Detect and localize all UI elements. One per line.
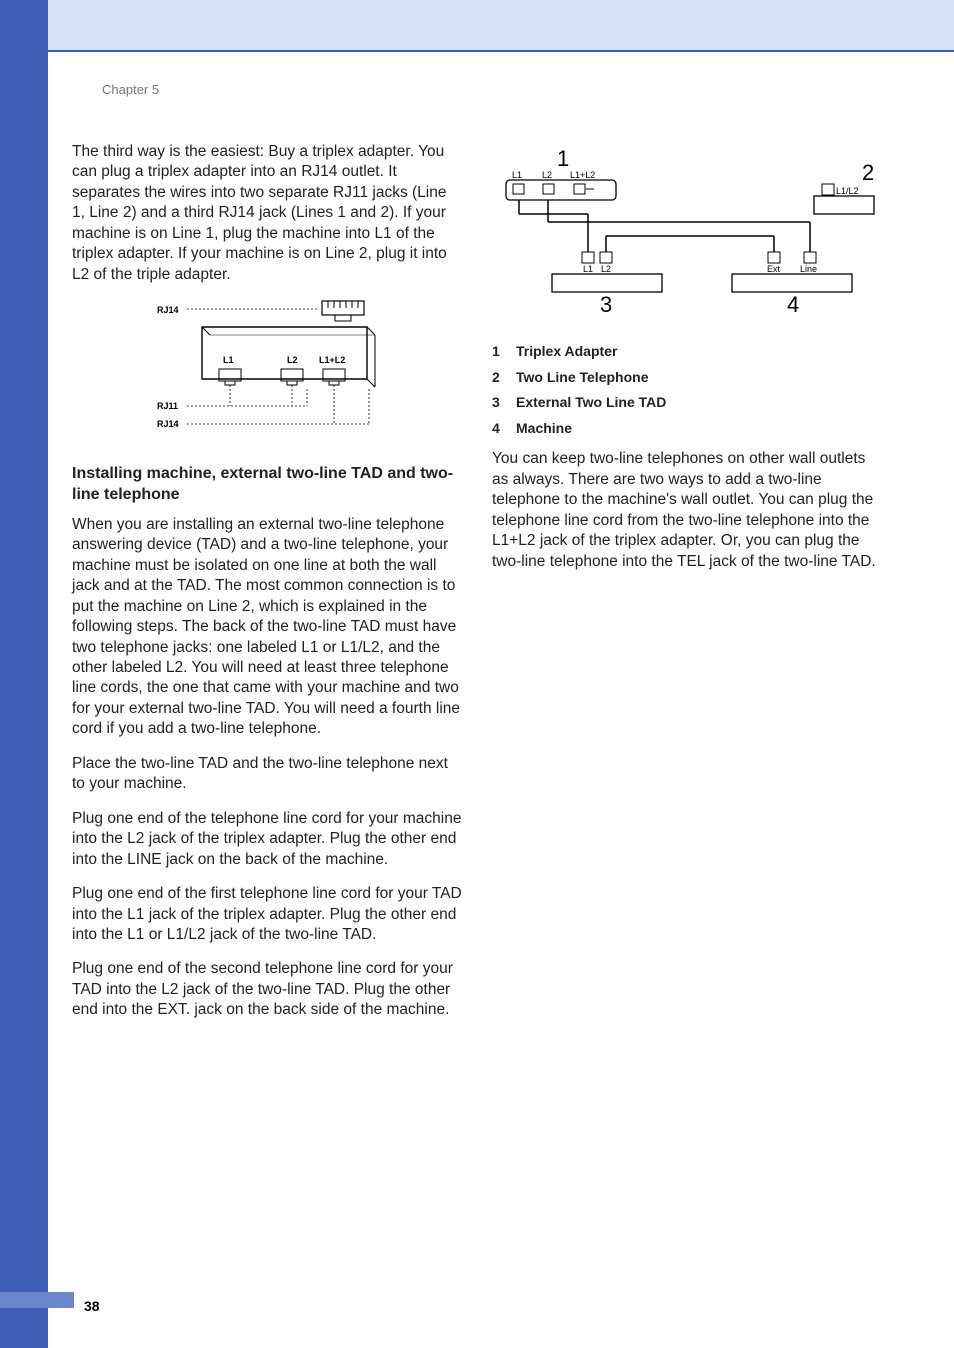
paragraph: Plug one end of the telephone line cord … <box>72 809 462 870</box>
right-column: 1 2 3 4 L1 L2 L1+L2 L1/L2 <box>492 142 882 1035</box>
paragraph: You can keep two-line telephones on othe… <box>492 449 882 572</box>
legend-text: Machine <box>516 419 572 437</box>
legend-text: Triplex Adapter <box>516 342 617 360</box>
paragraph: The third way is the easiest: Buy a trip… <box>72 142 462 285</box>
rj14-label: RJ14 <box>157 305 179 315</box>
svg-text:L1/L2: L1/L2 <box>836 186 859 196</box>
svg-text:2: 2 <box>862 160 874 185</box>
subheading: Installing machine, external two-line TA… <box>72 463 462 505</box>
legend-item: 1 Triplex Adapter <box>492 342 882 360</box>
svg-text:RJ14: RJ14 <box>157 419 179 429</box>
svg-text:L2: L2 <box>287 355 298 365</box>
svg-text:L2: L2 <box>542 170 552 180</box>
svg-text:L1: L1 <box>512 170 522 180</box>
svg-text:RJ11: RJ11 <box>157 401 178 411</box>
paragraph: Plug one end of the first telephone line… <box>72 884 462 945</box>
svg-text:L1: L1 <box>583 264 593 274</box>
legend-number: 4 <box>492 419 502 437</box>
page-number: 38 <box>84 1298 100 1314</box>
left-column: The third way is the easiest: Buy a trip… <box>72 142 462 1035</box>
header-divider <box>48 50 954 52</box>
svg-text:L1+L2: L1+L2 <box>319 355 345 365</box>
svg-text:Ext: Ext <box>767 264 781 274</box>
paragraph: Plug one end of the second telephone lin… <box>72 959 462 1020</box>
legend-item: 3 External Two Line TAD <box>492 393 882 411</box>
svg-text:3: 3 <box>600 292 612 317</box>
legend-number: 2 <box>492 368 502 386</box>
svg-text:Line: Line <box>800 264 817 274</box>
legend-number: 3 <box>492 393 502 411</box>
header-band <box>0 0 954 50</box>
left-band <box>0 0 48 1348</box>
legend-item: 2 Two Line Telephone <box>492 368 882 386</box>
paragraph: When you are installing an external two-… <box>72 515 462 740</box>
legend-text: External Two Line TAD <box>516 393 666 411</box>
figure-connection-diagram: 1 2 3 4 L1 L2 L1+L2 L1/L2 <box>492 142 882 328</box>
legend-text: Two Line Telephone <box>516 368 648 386</box>
svg-text:L1+L2: L1+L2 <box>570 170 595 180</box>
legend-item: 4 Machine <box>492 419 882 437</box>
chapter-label: Chapter 5 <box>102 82 159 97</box>
legend-number: 1 <box>492 342 502 360</box>
svg-text:L1: L1 <box>223 355 234 365</box>
svg-text:L2: L2 <box>601 264 611 274</box>
svg-text:1: 1 <box>557 146 569 171</box>
content-area: The third way is the easiest: Buy a trip… <box>72 142 882 1035</box>
paragraph: Place the two-line TAD and the two-line … <box>72 754 462 795</box>
footer-accent <box>0 1292 74 1308</box>
svg-text:4: 4 <box>787 292 799 317</box>
figure-triplex-adapter: RJ14 L1 L2 L1+L2 <box>137 299 397 440</box>
